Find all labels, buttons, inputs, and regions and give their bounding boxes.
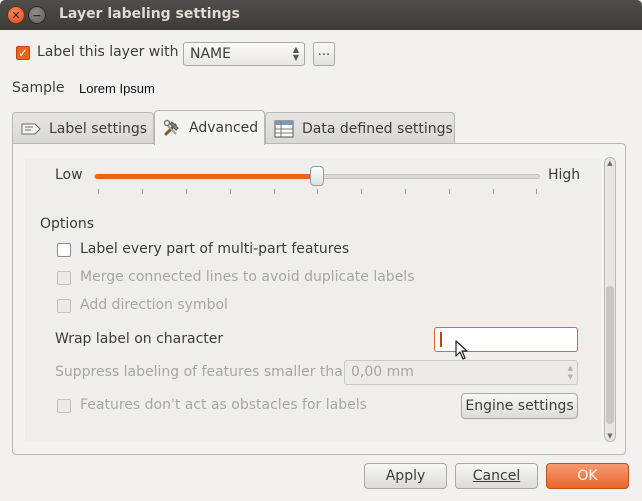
- minimize-icon[interactable]: −: [28, 6, 46, 24]
- combo-arrows-icon: ▲ ▼: [292, 45, 299, 62]
- priority-slider-handle[interactable]: [310, 166, 324, 186]
- text-caret: [440, 332, 442, 347]
- tab-label-settings[interactable]: Label settings: [12, 112, 154, 144]
- suppress-size-spinbox[interactable]: 0,00 mm ▲ ▼: [344, 360, 578, 385]
- slider-tick: [186, 189, 187, 194]
- merge-lines-label: Merge connected lines to avoid duplicate…: [80, 269, 415, 285]
- tab-advanced[interactable]: Advanced: [154, 110, 265, 145]
- vertical-scrollbar[interactable]: ▲ ▼: [604, 157, 616, 442]
- tab-data-defined-label: Data defined settings: [302, 120, 453, 137]
- slider-tick: [317, 189, 318, 194]
- tab-label-settings-label: Label settings: [49, 120, 148, 137]
- obstacles-label: Features don't act as obstacles for labe…: [80, 397, 367, 413]
- obstacles-checkbox[interactable]: [57, 399, 71, 413]
- direction-symbol-checkbox[interactable]: [57, 299, 71, 313]
- ok-button[interactable]: OK: [546, 463, 629, 489]
- expression-button[interactable]: ...: [313, 42, 335, 66]
- options-heading: Options: [40, 216, 95, 232]
- multipart-label: Label every part of multi-part features: [80, 241, 350, 257]
- suppress-label: Suppress labeling of features smaller th…: [55, 364, 352, 380]
- merge-lines-checkbox[interactable]: [57, 271, 71, 285]
- label-field-combo[interactable]: NAME ▲ ▼: [183, 42, 305, 66]
- scrollbar-thumb[interactable]: [606, 286, 614, 424]
- slider-tick: [449, 189, 450, 194]
- spin-arrows-icon: ▲ ▼: [567, 364, 573, 381]
- direction-symbol-label: Add direction symbol: [80, 297, 228, 313]
- priority-slider-fill: [95, 174, 318, 179]
- label-layer-checkbox[interactable]: ✓: [16, 46, 30, 60]
- slider-tick: [274, 189, 275, 194]
- table-icon: [274, 120, 294, 137]
- close-icon[interactable]: ✕: [7, 6, 25, 24]
- label-settings-icon: [21, 123, 41, 134]
- multipart-checkbox[interactable]: [57, 243, 71, 257]
- slider-tick: [405, 189, 406, 194]
- tools-icon: [163, 119, 179, 136]
- scroll-up-icon[interactable]: ▲: [605, 159, 615, 167]
- suppress-size-value: 0,00 mm: [351, 364, 414, 380]
- engine-settings-button[interactable]: Engine settings: [461, 393, 578, 419]
- slider-tick: [230, 189, 231, 194]
- tab-data-defined[interactable]: Data defined settings: [265, 112, 455, 144]
- slider-tick: [142, 189, 143, 194]
- scroll-down-icon[interactable]: ▼: [605, 432, 615, 440]
- priority-low-label: Low: [55, 167, 83, 183]
- slider-tick: [361, 189, 362, 194]
- wrap-char-label: Wrap label on character: [55, 331, 224, 347]
- tab-bar: Label settings Advanced Data defined set…: [12, 110, 616, 145]
- label-field-value: NAME: [190, 46, 231, 62]
- priority-high-label: High: [548, 167, 581, 183]
- apply-button[interactable]: Apply: [364, 463, 447, 489]
- mouse-cursor-icon: [455, 340, 468, 360]
- label-layer-label: Label this layer with: [37, 44, 179, 60]
- sample-label: Sample: [12, 80, 65, 96]
- slider-tick: [98, 189, 99, 194]
- slider-tick: [493, 189, 494, 194]
- slider-tick: [536, 189, 537, 194]
- dialog-window: ✕ − Layer labeling settings ✓ Label this…: [0, 0, 642, 501]
- window-title: Layer labeling settings: [59, 6, 240, 22]
- title-bar: ✕ − Layer labeling settings: [0, 0, 642, 30]
- tab-advanced-label: Advanced: [189, 120, 259, 136]
- cancel-button[interactable]: Cancel: [455, 463, 538, 489]
- sample-preview-text: Lorem Ipsum: [79, 81, 155, 96]
